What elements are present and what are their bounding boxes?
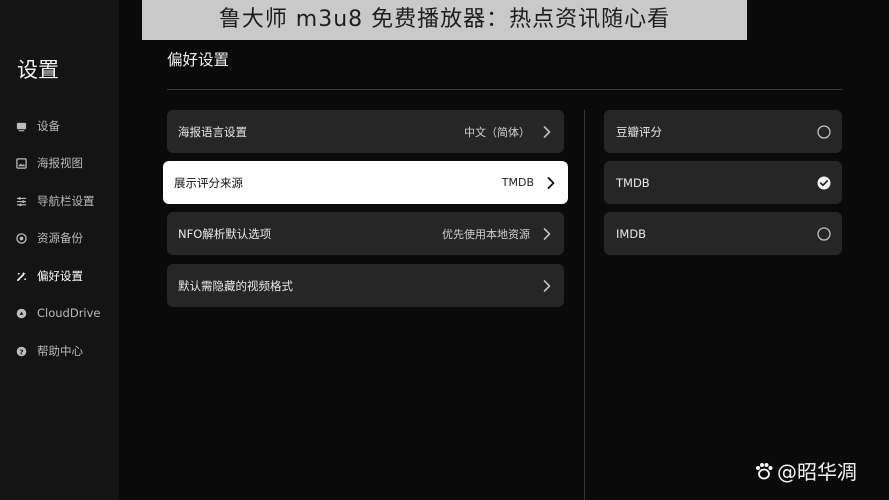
sidebar-item-help[interactable]: ? 帮助中心 (16, 340, 83, 362)
help-icon: ? (16, 346, 27, 357)
poster-view-icon (16, 157, 27, 169)
sidebar-item-label: 海报视图 (37, 156, 83, 170)
column-divider (584, 110, 585, 500)
option-label: TMDB (616, 175, 650, 190)
setting-value: 中文（简体） (464, 125, 530, 139)
setting-label: 默认需隐藏的视频格式 (178, 278, 293, 293)
chevron-right-icon (542, 227, 552, 241)
backup-icon (16, 232, 27, 244)
setting-value: 优先使用本地资源 (442, 227, 530, 241)
radio-unchecked-icon (817, 124, 831, 139)
cloud-drive-icon (16, 308, 27, 319)
sidebar-item-label: CloudDrive (37, 306, 101, 320)
setting-nfo-default[interactable]: NFO解析默认选项 优先使用本地资源 (167, 212, 564, 255)
radio-unchecked-icon (817, 226, 831, 241)
paw-icon (753, 461, 775, 481)
title-divider (167, 89, 842, 90)
setting-poster-language[interactable]: 海报语言设置 中文（简体） (167, 110, 564, 153)
sidebar-item-backup[interactable]: 资源备份 (16, 227, 83, 249)
sidebar: 设置 设备 海报视图 导航栏设置 资源备份 偏好设置 CloudDrive ? … (0, 0, 119, 500)
setting-value: TMDB (501, 176, 534, 189)
chevron-right-icon (542, 279, 552, 293)
sidebar-item-label: 导航栏设置 (37, 194, 95, 208)
device-icon (16, 121, 27, 132)
option-label: 豆瓣评分 (616, 124, 662, 139)
setting-label: NFO解析默认选项 (178, 226, 272, 241)
sidebar-item-label: 资源备份 (37, 231, 83, 245)
sidebar-item-poster-view[interactable]: 海报视图 (16, 152, 83, 174)
sidebar-item-clouddrive[interactable]: CloudDrive (16, 302, 101, 324)
option-tmdb[interactable]: TMDB (604, 161, 842, 204)
sidebar-title: 设置 (17, 58, 59, 82)
sidebar-item-label: 帮助中心 (37, 344, 83, 358)
sidebar-item-device[interactable]: 设备 (16, 115, 60, 137)
chevron-right-icon (546, 176, 556, 190)
option-label: IMDB (616, 226, 647, 241)
option-imdb[interactable]: IMDB (604, 212, 842, 255)
overlay-banner: 鲁大师 m3u8 免费播放器：热点资讯随心看 (142, 0, 747, 40)
chevron-right-icon (542, 125, 552, 139)
sidebar-item-label: 设备 (37, 119, 60, 133)
sidebar-item-label: 偏好设置 (37, 269, 83, 283)
radio-checked-icon (817, 176, 831, 190)
watermark: @昭华凋 (753, 456, 857, 485)
navbar-settings-icon (16, 196, 27, 207)
setting-label: 展示评分来源 (174, 175, 243, 190)
setting-hidden-video-formats[interactable]: 默认需隐藏的视频格式 (167, 264, 564, 307)
setting-rating-source[interactable]: 展示评分来源 TMDB (163, 161, 568, 204)
sidebar-item-preferences[interactable]: 偏好设置 (16, 265, 83, 287)
preferences-icon (16, 271, 27, 282)
setting-label: 海报语言设置 (178, 124, 247, 139)
svg-text:?: ? (19, 347, 23, 356)
sidebar-item-navbar-settings[interactable]: 导航栏设置 (16, 190, 95, 212)
watermark-text: @昭华凋 (777, 460, 857, 484)
page-title: 偏好设置 (167, 51, 230, 69)
option-douban-rating[interactable]: 豆瓣评分 (604, 110, 842, 153)
